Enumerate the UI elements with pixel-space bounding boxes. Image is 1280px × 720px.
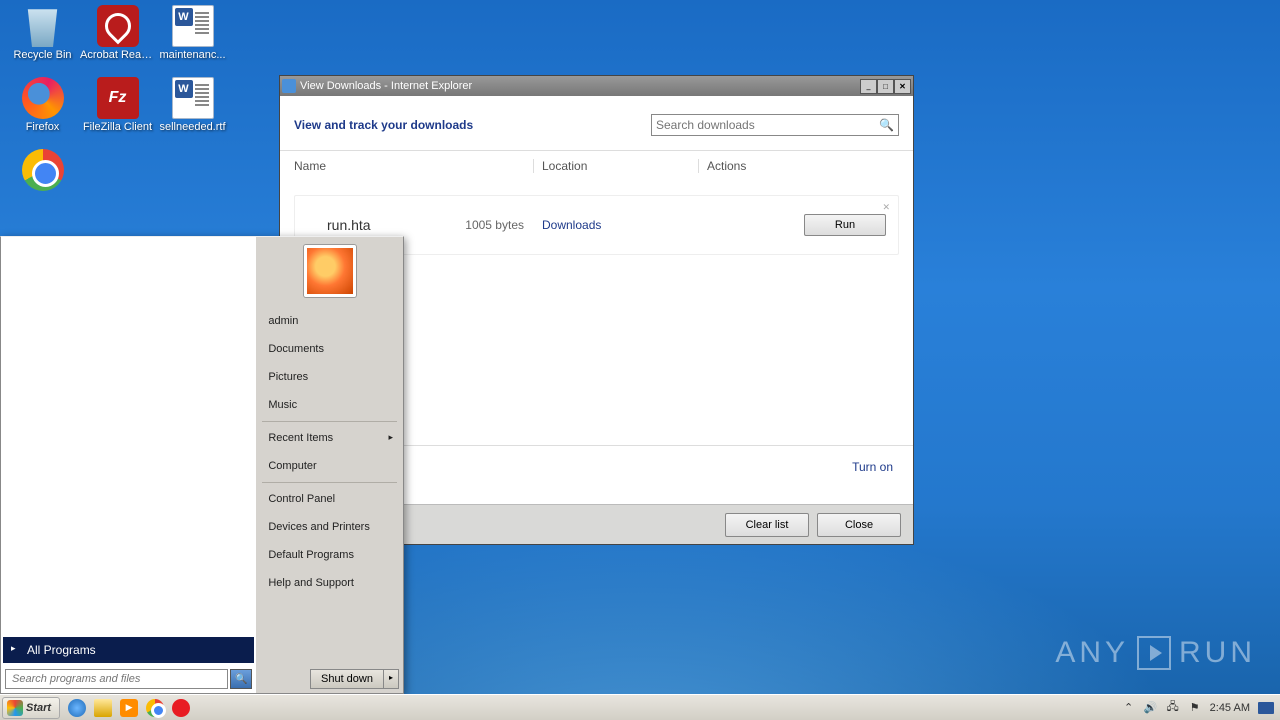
start-item-documents[interactable]: Documents xyxy=(256,335,403,363)
start-item-computer[interactable]: Computer xyxy=(256,452,403,480)
start-left-panel xyxy=(1,237,256,635)
minimize-button[interactable]: _ xyxy=(860,79,877,94)
titlebar[interactable]: View Downloads - Internet Explorer _ □ ✕ xyxy=(280,76,913,96)
desktop-icon-chrome[interactable] xyxy=(5,149,80,193)
play-icon xyxy=(1137,636,1171,670)
word-doc-icon xyxy=(172,5,214,47)
tray-monitor-icon[interactable] xyxy=(1258,702,1274,714)
desktop-icon-recycle-bin[interactable]: Recycle Bin xyxy=(5,5,80,62)
taskbar-media-icon[interactable]: ▶ xyxy=(120,699,138,717)
window-title: View Downloads - Internet Explorer xyxy=(300,80,472,92)
start-item-pictures[interactable]: Pictures xyxy=(256,363,403,391)
download-location-link[interactable]: Downloads xyxy=(524,218,601,232)
clear-list-button[interactable]: Clear list xyxy=(725,513,809,537)
search-downloads-input[interactable] xyxy=(656,118,879,132)
shutdown-options-button[interactable]: ▸ xyxy=(384,669,399,689)
recycle-bin-icon xyxy=(22,5,64,47)
search-go-button[interactable]: 🔍 xyxy=(230,669,252,689)
tray-clock[interactable]: 2:45 AM xyxy=(1210,702,1250,714)
taskbar-explorer-icon[interactable] xyxy=(94,699,112,717)
start-button[interactable]: Start xyxy=(2,697,60,719)
run-button[interactable]: Run xyxy=(804,214,886,236)
filezilla-icon xyxy=(97,77,139,119)
start-menu: All Programs 🔍 admin Documents Pictures … xyxy=(0,236,404,694)
maximize-button[interactable]: □ xyxy=(877,79,894,94)
close-button[interactable]: ✕ xyxy=(894,79,911,94)
shutdown-button[interactable]: Shut down xyxy=(310,669,384,689)
system-tray: ⌃ 🔊 🖧 ⚑ 2:45 AM xyxy=(1116,701,1280,715)
download-size: 1005 bytes xyxy=(432,218,524,232)
start-right-panel: admin Documents Pictures Music Recent It… xyxy=(256,237,403,693)
start-item-control-panel[interactable]: Control Panel xyxy=(256,485,403,513)
tray-network-icon[interactable]: 🖧 xyxy=(1166,701,1180,715)
taskbar-ie-icon[interactable] xyxy=(68,699,86,717)
taskbar-opera-icon[interactable] xyxy=(172,699,190,717)
taskbar: Start ▶ ⌃ 🔊 🖧 ⚑ 2:45 AM xyxy=(0,694,1280,720)
acrobat-icon xyxy=(97,5,139,47)
col-name: Name xyxy=(294,159,534,173)
watermark: ANY RUN xyxy=(1055,636,1256,670)
taskbar-chrome-icon[interactable] xyxy=(146,699,164,717)
desktop-icon-firefox[interactable]: Firefox xyxy=(5,77,80,134)
firefox-icon xyxy=(22,77,64,119)
tray-expand-icon[interactable]: ⌃ xyxy=(1122,701,1136,715)
start-item-help[interactable]: Help and Support xyxy=(256,569,403,597)
desktop-icon-filezilla[interactable]: FileZilla Client xyxy=(80,77,155,134)
window-heading: View and track your downloads xyxy=(294,118,473,132)
desktop-icon-acrobat[interactable]: Acrobat Reader DC xyxy=(80,5,155,62)
windows-logo-icon xyxy=(7,700,23,716)
search-programs-input[interactable] xyxy=(5,669,228,689)
word-doc-icon xyxy=(172,77,214,119)
ie-icon xyxy=(282,79,296,93)
download-filename: run.hta xyxy=(307,217,432,233)
col-location: Location xyxy=(534,159,699,173)
column-headers: Name Location Actions xyxy=(280,151,913,181)
start-item-recent[interactable]: Recent Items xyxy=(256,424,403,452)
turn-on-link[interactable]: Turn on xyxy=(852,460,893,474)
tray-volume-icon[interactable]: 🔊 xyxy=(1144,701,1158,715)
start-item-default-programs[interactable]: Default Programs xyxy=(256,541,403,569)
search-downloads-box[interactable]: 🔍 xyxy=(651,114,899,136)
all-programs-item[interactable]: All Programs xyxy=(3,637,254,663)
remove-download-icon[interactable]: ✕ xyxy=(882,202,890,213)
close-window-button[interactable]: Close xyxy=(817,513,901,537)
desktop-icon-maintenance[interactable]: maintenanc... xyxy=(155,5,230,62)
start-item-devices[interactable]: Devices and Printers xyxy=(256,513,403,541)
desktop-icon-sellneeded[interactable]: sellneeded.rtf xyxy=(155,77,230,134)
start-item-music[interactable]: Music xyxy=(256,391,403,419)
col-actions: Actions xyxy=(699,159,746,173)
user-picture[interactable] xyxy=(304,245,356,297)
start-item-user[interactable]: admin xyxy=(256,307,403,335)
search-icon[interactable]: 🔍 xyxy=(879,118,894,132)
tray-flag-icon[interactable]: ⚑ xyxy=(1188,701,1202,715)
chrome-icon xyxy=(22,149,64,191)
